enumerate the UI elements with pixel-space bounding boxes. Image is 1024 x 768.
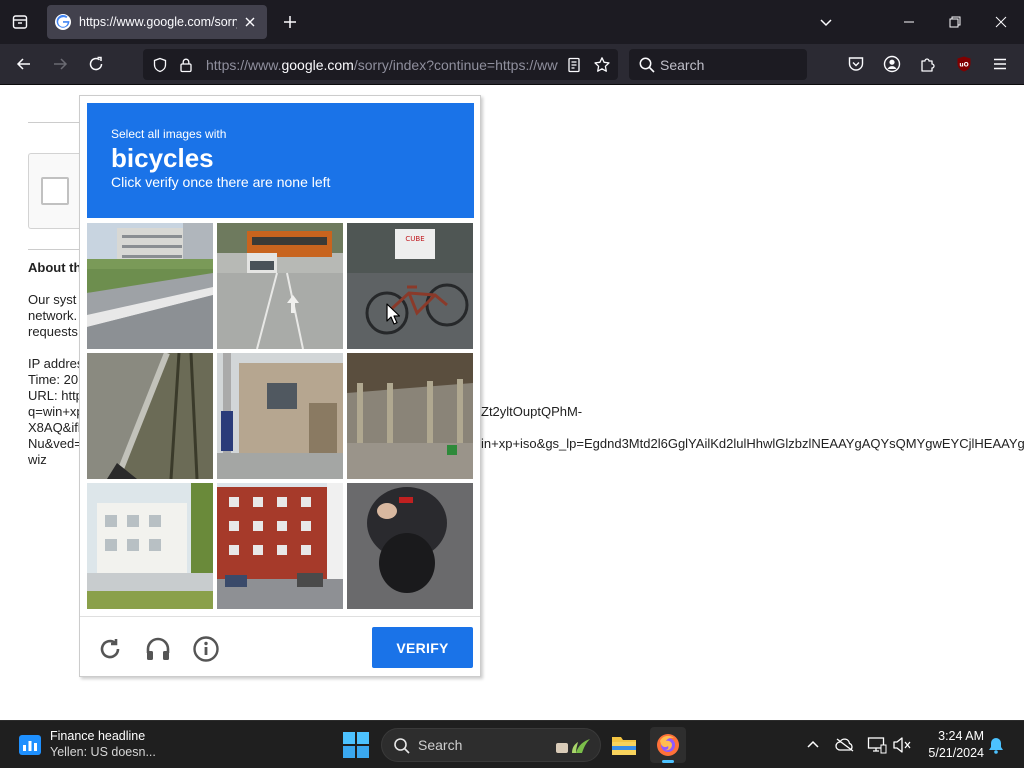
- file-explorer-icon[interactable]: [606, 727, 642, 763]
- web-search-bar[interactable]: Search: [629, 49, 807, 80]
- chevron-down-icon[interactable]: [814, 10, 838, 34]
- windows-start-icon[interactable]: [343, 732, 369, 758]
- notification-bell-icon[interactable]: [986, 735, 1006, 755]
- browser-tab-bar: https://www.google.com/sorry/index?conti…: [0, 0, 1024, 44]
- instruction-line: Select all images with: [111, 127, 227, 141]
- bookmark-star-icon[interactable]: [593, 56, 611, 74]
- url-path: /sorry/index?continue=https://www.google…: [353, 57, 558, 73]
- url-prefix: https://www.: [206, 57, 282, 73]
- page-text-line: wiz: [28, 452, 47, 467]
- captcha-tile-6[interactable]: [347, 353, 473, 479]
- navigation-toolbar: https://www.google.com/sorry/index?conti…: [0, 44, 1024, 85]
- instruction-line: Click verify once there are none left: [111, 174, 331, 190]
- system-clock[interactable]: 3:24 AM 5/21/2024: [918, 728, 984, 762]
- page-text-line: URL: http: [28, 388, 83, 403]
- captcha-tile-7[interactable]: [87, 483, 213, 609]
- list-all-tabs-icon[interactable]: [8, 10, 32, 34]
- search-highlight-icon: [556, 739, 590, 753]
- ublock-origin-icon[interactable]: uO: [953, 53, 975, 75]
- shield-icon[interactable]: [151, 56, 169, 74]
- google-favicon-icon: [55, 14, 71, 30]
- windows-taskbar: Finance headline Yellen: US doesn... Sea…: [0, 720, 1024, 768]
- page-text-line: X8AQ&ifl: [28, 420, 81, 435]
- url-text[interactable]: https://www.google.com/sorry/index?conti…: [206, 57, 558, 73]
- url-host: google.com: [281, 57, 354, 73]
- captcha-tile-8[interactable]: [217, 483, 343, 609]
- about-heading: About th: [28, 260, 82, 275]
- widget-subtitle: Yellen: US doesn...: [50, 745, 156, 759]
- taskbar-search-label: Search: [418, 737, 463, 753]
- browser-tab-active[interactable]: https://www.google.com/sorry/index?conti…: [47, 5, 267, 39]
- back-arrow-icon[interactable]: [12, 52, 36, 76]
- svg-text:CUBE: CUBE: [405, 235, 424, 243]
- svg-text:uO: uO: [959, 62, 968, 69]
- page-text-line: network.: [28, 308, 78, 323]
- forward-arrow-icon[interactable]: [48, 52, 72, 76]
- info-icon[interactable]: [191, 634, 221, 664]
- captcha-tile-4[interactable]: [87, 353, 213, 479]
- reload-icon[interactable]: [84, 52, 108, 76]
- url-bar[interactable]: https://www.google.com/sorry/index?conti…: [143, 49, 618, 80]
- search-icon: [639, 57, 655, 73]
- close-window-icon[interactable]: [987, 8, 1015, 36]
- divider: [80, 616, 480, 617]
- tab-title: https://www.google.com/sorry/index?conti…: [79, 15, 237, 29]
- restore-icon[interactable]: [941, 8, 969, 36]
- firefox-icon[interactable]: [650, 727, 686, 763]
- page-text-line: Time: 20: [28, 372, 79, 387]
- lock-icon[interactable]: [177, 56, 195, 74]
- clock-time: 3:24 AM: [938, 729, 984, 743]
- captcha-tile-2[interactable]: [217, 223, 343, 349]
- reload-challenge-icon[interactable]: [95, 634, 125, 664]
- clock-date: 5/21/2024: [928, 746, 984, 760]
- challenge-header: Select all images with bicycles Click ve…: [87, 103, 474, 218]
- page-text-line: Nu&ved=: [28, 436, 82, 451]
- page-text-line: IP addres: [28, 356, 84, 371]
- headphones-icon[interactable]: [143, 634, 173, 664]
- reader-view-icon[interactable]: [565, 56, 583, 74]
- recaptcha-checkbox[interactable]: [41, 177, 69, 205]
- recaptcha-challenge-dialog: Select all images with bicycles Click ve…: [79, 95, 481, 677]
- target-object: bicycles: [111, 143, 214, 173]
- search-icon: [394, 738, 410, 754]
- captcha-tile-1[interactable]: [87, 223, 213, 349]
- captcha-tile-3[interactable]: CUBE: [347, 223, 473, 349]
- hamburger-menu-icon[interactable]: [989, 53, 1011, 75]
- search-placeholder: Search: [660, 57, 705, 73]
- new-tab-icon[interactable]: [278, 10, 302, 34]
- page-url-fragment: Zt2yltOuptQPhM-: [481, 404, 583, 419]
- captcha-tile-9[interactable]: [347, 483, 473, 609]
- close-tab-icon[interactable]: [241, 13, 259, 31]
- network-icon[interactable]: [867, 735, 887, 755]
- widgets-button[interactable]: Finance headline Yellen: US doesn...: [17, 727, 177, 763]
- account-icon[interactable]: [881, 53, 903, 75]
- divider: [28, 122, 83, 123]
- extensions-icon[interactable]: [917, 53, 939, 75]
- divider: [28, 249, 83, 250]
- chevron-up-icon[interactable]: [803, 735, 823, 755]
- page-text-line: q=win+xp: [28, 404, 84, 419]
- onedrive-offline-icon[interactable]: [835, 735, 855, 755]
- verify-button[interactable]: VERIFY: [372, 627, 473, 668]
- mouse-cursor-icon: [386, 303, 400, 325]
- widget-title: Finance headline: [50, 729, 146, 743]
- captcha-tile-5[interactable]: [217, 353, 343, 479]
- page-text-line: Our syst: [28, 292, 77, 307]
- volume-muted-icon[interactable]: [892, 735, 912, 755]
- minimize-icon[interactable]: [895, 8, 923, 36]
- active-app-indicator: [662, 760, 674, 763]
- page-text-line: requests: [28, 324, 78, 339]
- taskbar-search-box[interactable]: Search: [381, 728, 601, 762]
- pocket-icon[interactable]: [845, 53, 867, 75]
- page-url-fragment: in+xp+iso&gs_lp=Egdnd3Mtd2l6GglYAilKd2lu…: [481, 436, 1024, 451]
- finance-widget-icon: [19, 735, 41, 755]
